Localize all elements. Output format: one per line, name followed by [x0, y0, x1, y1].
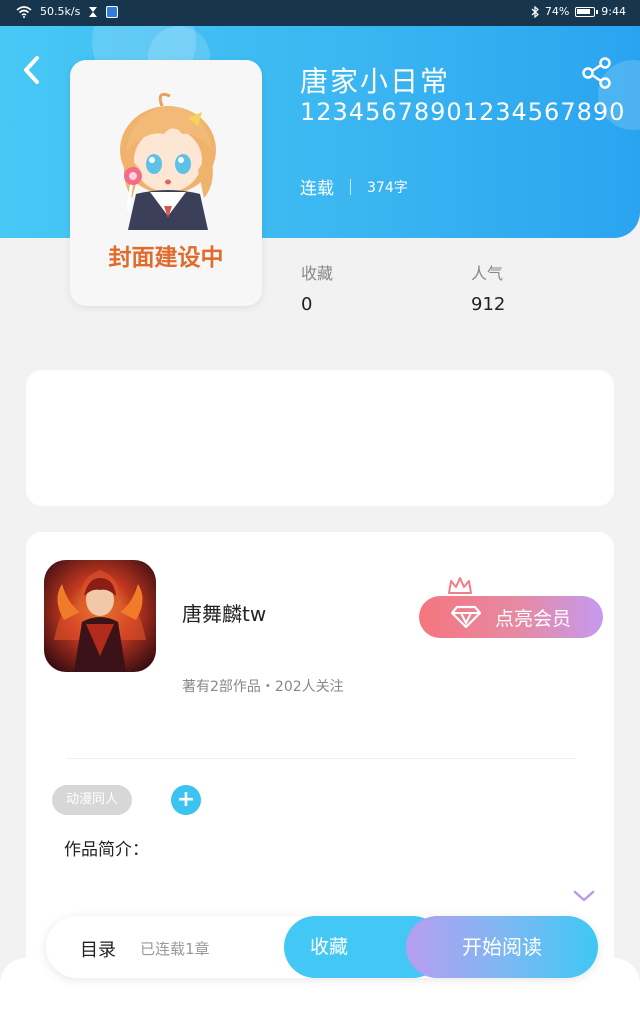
author-stats: 著有2部作品・202人关注 [182, 679, 344, 695]
add-tag-button[interactable]: + [171, 785, 201, 815]
favorites-value: 0 [301, 294, 313, 315]
card-divider [66, 758, 576, 759]
meta-divider [350, 178, 351, 195]
battery-icon [575, 6, 599, 17]
author-avatar[interactable] [44, 560, 156, 672]
serial-status: 连载 [300, 179, 334, 199]
network-speed: 50.5k/s [40, 5, 81, 18]
wifi-icon [16, 5, 32, 18]
intro-label: 作品简介： [64, 840, 149, 860]
share-button[interactable] [580, 56, 614, 90]
book-subtitle: 12345678901234567890 [300, 98, 626, 126]
crown-icon [448, 577, 472, 594]
hourglass-icon [89, 6, 98, 17]
book-title: 唐家小日常 [300, 65, 451, 98]
chapter-status: 已连载1章 [140, 940, 210, 958]
cover-character-illustration [120, 92, 216, 230]
word-count: 374字 [367, 179, 408, 196]
vip-button[interactable]: 点亮会员 [419, 596, 603, 638]
bluetooth-icon [531, 5, 539, 18]
tag-chip[interactable]: 动漫同人 [52, 785, 133, 815]
share-icon [582, 57, 611, 89]
popularity-value: 912 [471, 294, 506, 315]
bottom-action-bar: 目录 已连载1章 收藏 开始阅读 [46, 916, 598, 978]
diamond-icon [450, 605, 481, 629]
toc-button[interactable]: 目录 [80, 936, 116, 962]
start-reading-button[interactable]: 开始阅读 [406, 916, 598, 978]
back-button[interactable] [20, 54, 52, 90]
back-arrow-icon [24, 56, 39, 84]
favorites-label: 收藏 [301, 264, 334, 283]
author-name[interactable]: 唐舞麟tw [182, 598, 266, 627]
app-notification-icon [106, 5, 119, 18]
plus-icon: + [176, 787, 196, 812]
book-cover[interactable]: 封面建设中 [70, 60, 262, 306]
status-bar: 50.5k/s 74% 9:44 [0, 0, 640, 26]
author-avatar-image [44, 560, 156, 672]
chevron-down-icon[interactable] [572, 887, 596, 905]
popularity-label: 人气 [471, 264, 504, 283]
empty-content-card [26, 370, 614, 506]
vip-button-label: 点亮会员 [494, 607, 571, 630]
book-meta: 连载 374字 [300, 174, 408, 199]
clock: 9:44 [601, 5, 626, 18]
cover-placeholder-text: 封面建设中 [108, 245, 224, 271]
battery-percent: 74% [544, 5, 570, 18]
